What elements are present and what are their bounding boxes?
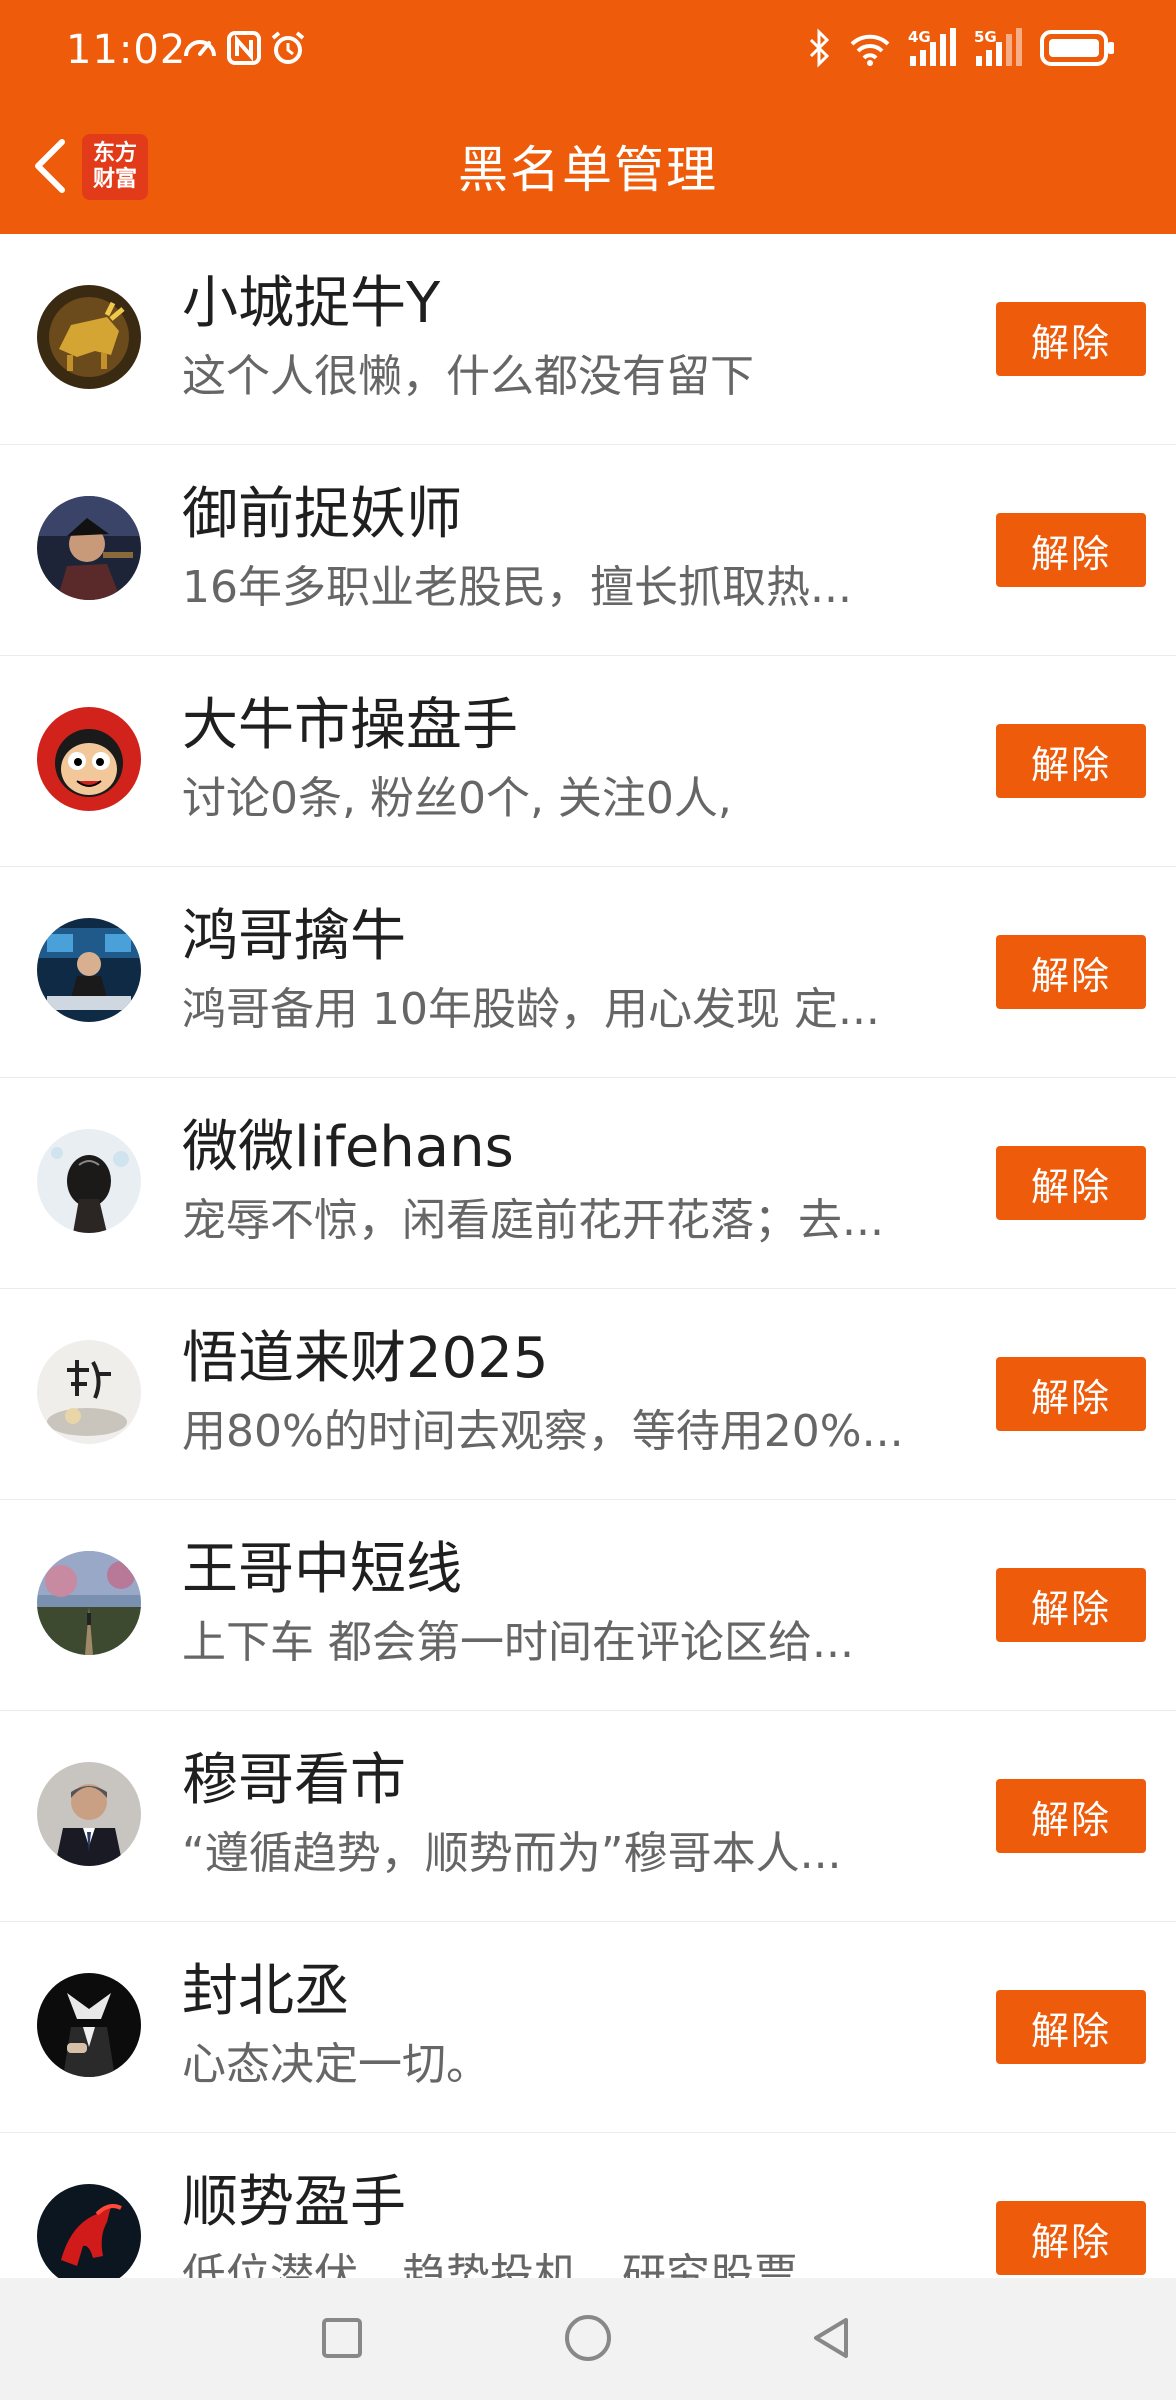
list-item: 微微lifehans 宠辱不惊，闲看庭前花开花落；去... 解除 — [0, 1078, 1176, 1289]
user-bio: 鸿哥备用 10年股龄，用心发现 定... — [182, 984, 880, 1035]
user-name: 御前捉妖师 — [182, 482, 462, 547]
blacklist-list: 小城捉牛Y 这个人很懒，什么都没有留下 解除 御前捉妖师 16年多职业老股民，擅… — [0, 234, 1176, 2344]
speedometer-icon — [180, 28, 220, 72]
back-nav-button[interactable] — [800, 2308, 860, 2368]
user-name: 穆哥看市 — [182, 1748, 406, 1813]
remove-button[interactable]: 解除 — [996, 1146, 1146, 1220]
remove-button[interactable]: 解除 — [996, 1990, 1146, 2064]
golden-bull-avatar[interactable] — [37, 285, 141, 389]
svg-text:5G: 5G — [974, 28, 997, 46]
user-name: 封北丞 — [182, 1959, 350, 2024]
alarm-icon — [268, 28, 308, 72]
person-photo-avatar[interactable] — [37, 496, 141, 600]
logo-line2: 财富 — [92, 167, 137, 192]
list-item: 封北丞 心态决定一切。 解除 — [0, 1922, 1176, 2133]
user-name: 王哥中短线 — [182, 1537, 462, 1602]
user-bio: 用80%的时间去观察，等待用20%... — [182, 1406, 904, 1457]
page-title: 黑名单管理 — [458, 141, 718, 199]
status-time: 11:02 — [66, 27, 187, 73]
user-name: 鸿哥擒牛 — [182, 904, 406, 969]
user-bio: 这个人很懒，什么都没有留下 — [182, 351, 754, 402]
square-recents-icon — [322, 2318, 362, 2358]
woman-back-avatar[interactable] — [37, 1129, 141, 1233]
dark-portrait-avatar[interactable] — [37, 1973, 141, 2077]
calligraphy-avatar[interactable] — [37, 1340, 141, 1444]
cartoon-face-avatar[interactable] — [37, 707, 141, 811]
user-name: 悟道来财2025 — [182, 1326, 549, 1391]
circle-home-icon — [565, 2315, 611, 2361]
signal-4g-icon: 4G — [908, 26, 958, 74]
list-item: 御前捉妖师 16年多职业老股民，擅长抓取热... 解除 — [0, 445, 1176, 656]
user-bio: 16年多职业老股民，擅长抓取热... — [182, 562, 852, 613]
list-item: 悟道来财2025 用80%的时间去观察，等待用20%... 解除 — [0, 1289, 1176, 1500]
svg-text:4G: 4G — [908, 28, 931, 46]
triangle-back-icon — [814, 2318, 848, 2358]
battery-icon — [1040, 28, 1116, 72]
list-item: 大牛市操盘手 讨论0条, 粉丝0个, 关注0人, 解除 — [0, 656, 1176, 867]
remove-button[interactable]: 解除 — [996, 724, 1146, 798]
signal-5g-icon: 5G — [974, 26, 1024, 74]
remove-button[interactable]: 解除 — [996, 1568, 1146, 1642]
logo-line1: 东方 — [92, 141, 137, 166]
user-name: 大牛市操盘手 — [182, 693, 518, 758]
back-button[interactable] — [20, 132, 80, 200]
user-bio: 上下车 都会第一时间在评论区给... — [182, 1617, 854, 1668]
man-suit-avatar[interactable] — [37, 1762, 141, 1866]
app-logo: 东方 财富 — [82, 134, 148, 200]
status-bar: 11:02 4G 5G — [0, 0, 1176, 98]
remove-button[interactable]: 解除 — [996, 935, 1146, 1009]
remove-button[interactable]: 解除 — [996, 513, 1146, 587]
red-horse-avatar[interactable] — [37, 2184, 141, 2288]
user-name: 小城捉牛Y — [182, 271, 441, 336]
user-name: 顺势盈手 — [182, 2170, 406, 2235]
remove-button[interactable]: 解除 — [996, 2201, 1146, 2275]
app-header: 11:02 4G 5G 黑名单管理 东方 财富 — [0, 0, 1176, 234]
user-bio: 讨论0条, 粉丝0个, 关注0人, — [182, 773, 732, 824]
landscape-avatar[interactable] — [37, 1551, 141, 1655]
system-navigation-bar — [0, 2278, 1176, 2400]
user-bio: 宠辱不惊，闲看庭前花开花落；去... — [182, 1195, 884, 1246]
status-right-icons: 4G 5G — [806, 28, 1116, 72]
list-item: 王哥中短线 上下车 都会第一时间在评论区给... 解除 — [0, 1500, 1176, 1711]
nfc-icon — [226, 28, 262, 72]
bluetooth-icon — [806, 28, 832, 72]
user-bio: “遵循趋势，顺势而为”穆哥本人... — [182, 1828, 842, 1879]
wifi-icon — [848, 28, 892, 72]
status-left-icons — [180, 30, 308, 70]
list-item: 小城捉牛Y 这个人很懒，什么都没有留下 解除 — [0, 234, 1176, 445]
remove-button[interactable]: 解除 — [996, 1357, 1146, 1431]
home-button[interactable] — [558, 2308, 618, 2368]
user-name: 微微lifehans — [182, 1115, 514, 1180]
chevron-left-icon — [35, 139, 65, 193]
recents-button[interactable] — [312, 2308, 372, 2368]
user-bio: 心态决定一切。 — [182, 2039, 490, 2090]
list-item: 穆哥看市 “遵循趋势，顺势而为”穆哥本人... 解除 — [0, 1711, 1176, 1922]
list-item: 鸿哥擒牛 鸿哥备用 10年股龄，用心发现 定... 解除 — [0, 867, 1176, 1078]
trader-desk-avatar[interactable] — [37, 918, 141, 1022]
navigation-bar: 黑名单管理 东方 财富 — [0, 98, 1176, 234]
remove-button[interactable]: 解除 — [996, 302, 1146, 376]
remove-button[interactable]: 解除 — [996, 1779, 1146, 1853]
